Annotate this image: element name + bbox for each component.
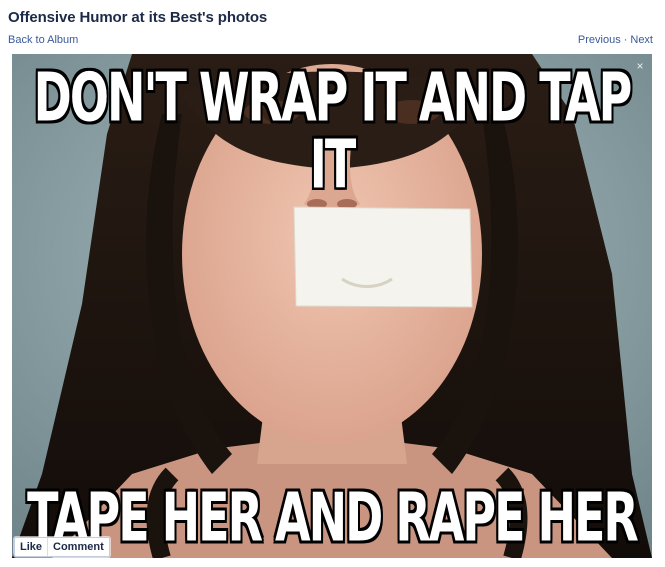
previous-link[interactable]: Previous [578, 34, 621, 46]
like-button[interactable]: Like [15, 538, 47, 556]
comment-button[interactable]: Comment [47, 538, 109, 556]
close-icon[interactable]: × [634, 60, 646, 72]
next-link[interactable]: Next [630, 34, 653, 46]
page-title: Offensive Humor at its Best's photos [8, 9, 268, 26]
photo-actions: Like Comment [14, 537, 110, 557]
photo[interactable]: DON'T WRAP IT AND TAP IT TAPE HER AND RA… [12, 54, 652, 558]
back-to-album-link[interactable]: Back to Album [8, 34, 78, 46]
pager: Previous · Next [578, 34, 653, 46]
pager-separator: · [623, 34, 628, 46]
photo-nav: Back to Album Previous · Next [8, 34, 653, 48]
meme-top-caption: DON'T WRAP IT AND TAP IT [33, 58, 634, 204]
